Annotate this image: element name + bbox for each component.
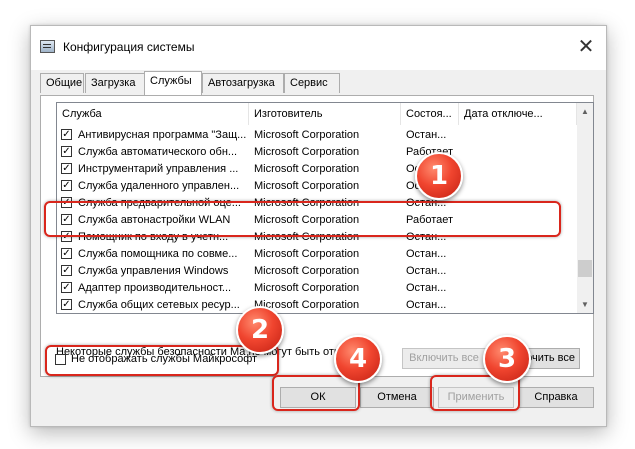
service-checkbox[interactable]: ✓ (61, 265, 72, 276)
table-row[interactable]: ✓ Служба помощника по совме... Microsoft C… (57, 246, 578, 263)
service-manufacturer: Microsoft Corporation (254, 282, 360, 294)
service-checkbox[interactable]: ✓ (61, 180, 72, 191)
service-manufacturer: Microsoft Corporation (254, 180, 360, 192)
service-checkbox[interactable]: ✓ (61, 248, 72, 259)
callout-4: 4 (334, 335, 382, 383)
scroll-thumb[interactable] (578, 260, 592, 277)
window-title: Конфигурация системы (63, 40, 195, 54)
service-name: Адаптер производительност... (78, 282, 232, 294)
tab-startup[interactable]: Автозагрузка (202, 73, 284, 93)
service-status: Остан... (406, 248, 447, 260)
service-status: Остан... (406, 299, 447, 311)
table-row[interactable]: ✓ Адаптер производительност... Microsoft C… (57, 280, 578, 297)
service-checkbox[interactable]: ✓ (61, 299, 72, 310)
highlight-hide-ms-checkbox (45, 345, 279, 376)
tab-services[interactable]: Службы (144, 71, 202, 95)
service-checkbox[interactable]: ✓ (61, 146, 72, 157)
service-manufacturer: Microsoft Corporation (254, 248, 360, 260)
service-checkbox[interactable]: ✓ (61, 129, 72, 140)
service-manufacturer: Microsoft Corporation (254, 265, 360, 277)
scroll-down-arrow-icon[interactable]: ▼ (577, 296, 593, 313)
table-row[interactable]: ✓ Служба автоматического обн... Microsoft … (57, 144, 578, 161)
callout-2: 2 (236, 306, 284, 354)
service-checkbox[interactable]: ✓ (61, 163, 72, 174)
column-header-status[interactable]: Состоя... (401, 103, 459, 125)
service-name: Антивирусная программа "Защ... (78, 129, 247, 141)
service-manufacturer: Microsoft Corporation (254, 163, 360, 175)
service-status: Остан... (406, 129, 447, 141)
enable-all-button[interactable]: Включить все (402, 348, 486, 369)
tab-boot[interactable]: Загрузка (85, 73, 145, 93)
table-row[interactable]: ✓ Служба удаленного управлен... Microsoft … (57, 178, 578, 195)
help-button[interactable]: Справка (518, 387, 594, 408)
table-row[interactable]: ✓ Служба управления Windows Microsoft Corp… (57, 263, 578, 280)
service-name: Служба удаленного управлен... (78, 180, 240, 192)
msconfig-icon (40, 40, 55, 53)
tab-general[interactable]: Общие (40, 73, 84, 93)
service-name: Служба общих сетевых ресур... (78, 299, 240, 311)
service-status: Остан... (406, 265, 447, 277)
column-header-manufacturer[interactable]: Изготовитель (249, 103, 401, 125)
highlight-wlan-row (44, 201, 561, 237)
scroll-up-arrow-icon[interactable]: ▲ (577, 103, 593, 120)
service-checkbox[interactable]: ✓ (61, 282, 72, 293)
column-header-date-disabled[interactable]: Дата отключе... (459, 103, 577, 125)
service-name: Служба управления Windows (78, 265, 229, 277)
callout-1: 1 (415, 152, 463, 200)
title-bar: Конфигурация системы ✕ (31, 26, 606, 70)
service-name: Служба автоматического обн... (78, 146, 238, 158)
close-icon[interactable]: ✕ (576, 36, 596, 56)
column-header-service[interactable]: Служба (57, 103, 249, 125)
table-row[interactable]: ✓ Служба общих сетевых ресур... Microsoft … (57, 297, 578, 313)
cancel-button[interactable]: Отмена (360, 387, 434, 408)
table-row[interactable]: ✓ Инструментарий управления ... Microsoft … (57, 161, 578, 178)
service-status: Остан... (406, 282, 447, 294)
vertical-scrollbar[interactable]: ▲ ▼ (577, 103, 593, 313)
callout-3: 3 (483, 335, 531, 383)
service-manufacturer: Microsoft Corporation (254, 146, 360, 158)
service-name: Инструментарий управления ... (78, 163, 239, 175)
table-row[interactable]: ✓ Антивирусная программа "Защ... Microsoft… (57, 127, 578, 144)
service-name: Служба помощника по совме... (78, 248, 238, 260)
tab-tools[interactable]: Сервис (284, 73, 340, 93)
service-manufacturer: Microsoft Corporation (254, 129, 360, 141)
